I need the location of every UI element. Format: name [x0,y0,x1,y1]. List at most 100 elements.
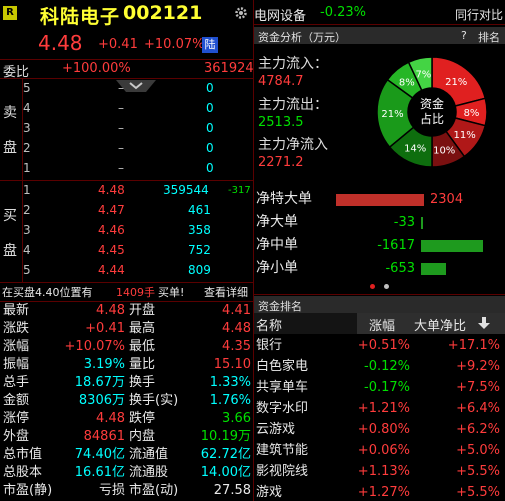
sector-change: -0.23% [320,5,366,20]
rank-name: 共享单车 [256,380,309,395]
rank-change: +1.21% [357,401,410,416]
pager-dot-active[interactable] [370,284,375,289]
main-outflow-label: 主力流出： [258,97,328,113]
rank-ratio: +6.2% [456,422,500,437]
stat-value: +0.41 [85,321,125,336]
stat-row: 最新 4.48 开盘 4.41 [0,302,253,319]
donut-slice-label: 8% [464,108,480,119]
rank-name: 建筑节能 [256,443,309,458]
rank-change: -0.17% [364,380,410,395]
net-flow-value: -1617 [377,238,415,253]
stat-value: 62.72亿 [200,447,251,462]
stat-value: 18.67万 [74,375,125,390]
net-flow-row: 净特大单 2304 [254,188,505,211]
buy-row[interactable]: 2 4.47 461 [23,202,253,219]
main-net-label: 主力净流入 [258,137,328,153]
rank-change: +0.80% [357,422,410,437]
sell-row[interactable]: 5 – 0 [23,80,253,97]
main-net-value: 2271.2 [258,155,304,170]
donut-center-label: 资金 占比 [419,97,444,126]
stat-value: 3.66 [222,411,251,426]
rank-name: 数字水印 [256,401,309,416]
rank-change: -0.12% [364,359,410,374]
net-flow-value: 2304 [430,192,464,207]
stock-code: 002121 [123,2,203,24]
net-flow-label: 净特大单 [256,191,312,207]
stat-value: 3.19% [83,357,125,372]
net-flow-row: 净小单 -653 [254,257,505,280]
rank-row[interactable]: 建筑节能 +0.06% +5.0% [254,440,505,461]
stat-value: 4.35 [222,339,251,354]
stat-value: +10.07% [64,339,125,354]
rank-ratio: +6.4% [456,401,500,416]
sell-row[interactable]: 3 – 0 [23,120,253,137]
rank-change: +0.06% [357,443,410,458]
net-flow-row: 净中单 -1617 [254,234,505,257]
rank-row[interactable]: 数字水印 +1.21% +6.4% [254,398,505,419]
stat-value: 10.19万 [200,429,251,444]
rank-name: 游戏 [256,485,283,500]
net-flow-bar [421,263,446,275]
stat-row: 金额 8306万 换手(实) 1.76% [0,392,253,409]
rank-row[interactable]: 白色家电 -0.12% +9.2% [254,356,505,377]
sell-side-label: 卖 [3,105,17,121]
stat-row: 涨幅 +10.07% 最低 4.35 [0,338,253,355]
rank-change: +1.27% [357,485,410,500]
rank-ratio: +17.1% [447,338,500,353]
stat-value: 4.41 [222,303,251,318]
net-flow-value: -653 [385,261,415,276]
buy-row[interactable]: 3 4.46 358 [23,222,253,239]
buy-side-label-2: 盘 [3,243,17,259]
buy-row[interactable]: 1 4.48 359544 -317 [23,182,253,199]
donut-slice-label: 11% [454,130,476,141]
stat-value: 亏损 [98,483,125,498]
donut-slice-label: 8% [399,78,415,89]
sector-name[interactable]: 电网设备 [254,5,306,24]
view-detail-link[interactable]: 查看详细 [204,284,248,300]
stock-price: 4.48 [38,31,83,55]
donut-slice-label: 10% [433,146,455,157]
sell-row[interactable]: 2 – 0 [23,140,253,157]
stat-row: 总市值 74.40亿 流通值 62.72亿 [0,446,253,463]
gear-icon[interactable] [234,6,248,20]
pager-dot[interactable] [384,284,389,289]
stat-value: 8306万 [78,393,125,408]
rank-name: 影视院线 [256,464,309,479]
rank-row[interactable]: 共享单车 -0.17% +7.5% [254,377,505,398]
weibi-pct: +100.00% [62,61,131,76]
rank-name: 云游戏 [256,422,296,437]
net-flow-bar [421,240,483,252]
rank-col-name[interactable]: 名称 [256,315,282,334]
rank-row[interactable]: 云游戏 +0.80% +6.2% [254,419,505,440]
stat-row: 外盘 84861 内盘 10.19万 [0,428,253,445]
rank-row[interactable]: 游戏 +1.27% +5.5% [254,482,505,501]
buy-row[interactable]: 4 4.45 752 [23,242,253,259]
sort-desc-icon[interactable] [478,316,490,330]
buy-side-label: 买 [3,208,17,224]
stat-value: 15.10 [213,357,251,372]
stat-value: 4.48 [96,303,125,318]
main-inflow-label: 主力流入： [258,56,328,72]
rank-name: 银行 [256,338,283,353]
peer-compare-link[interactable]: 同行对比 [455,6,503,23]
help-icon[interactable]: ? [461,29,467,42]
buy-row[interactable]: 5 4.44 809 [23,262,253,279]
rank-button[interactable]: 排名 [478,29,500,45]
sell-row[interactable]: 4 – 0 [23,100,253,117]
trade-alert-text: 在买盘4.40位置有 [2,286,93,299]
rank-ratio: +9.2% [456,359,500,374]
donut-slice-label: 7% [415,69,431,80]
rank-row[interactable]: 银行 +0.51% +17.1% [254,335,505,356]
net-flow-bar [421,217,423,229]
stat-row: 市盈(静) 亏损 市盈(动) 27.58 [0,482,253,499]
rank-ratio: +5.5% [456,485,500,500]
rank-col-ratio[interactable]: 大单净比 [414,315,466,334]
rank-col-change[interactable]: 涨幅 [369,315,395,334]
stock-change-pct: +10.07% [144,37,205,52]
donut-slice-label: 14% [404,144,426,155]
sell-row[interactable]: 1 – 0 [23,160,253,177]
donut-slice-label: 21% [381,109,403,120]
stat-value: 27.58 [213,483,251,498]
rank-row[interactable]: 影视院线 +1.13% +5.5% [254,461,505,482]
net-flow-row: 净大单 -33 [254,211,505,234]
